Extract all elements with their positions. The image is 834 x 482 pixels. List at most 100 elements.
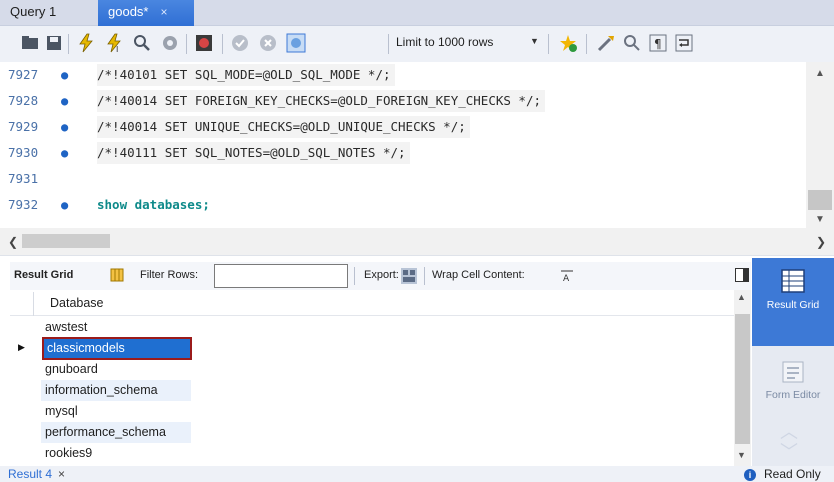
filter-rows-label: Filter Rows: [140, 269, 199, 281]
result-tabs-bar: Result 4 × i Read Only [0, 466, 834, 482]
statement-marker-icon: ● [61, 146, 69, 160]
form-editor-button[interactable]: Form Editor [752, 350, 834, 420]
table-cell[interactable]: rookies9 [41, 443, 191, 464]
table-row[interactable]: ▶ classicmodels [10, 337, 734, 360]
row-pointer-icon: ▶ [18, 342, 25, 352]
toggle-error-icon[interactable] [194, 33, 214, 53]
chevron-up-icon[interactable]: ▲ [815, 68, 825, 79]
table-cell[interactable]: information_schema [41, 380, 191, 401]
close-icon[interactable]: × [160, 5, 167, 19]
line-number: 7929 [8, 119, 39, 134]
grid-corner [10, 292, 34, 316]
chevron-down-icon[interactable]: ﹀ [780, 438, 798, 464]
chevron-down-icon[interactable]: ▼ [815, 214, 825, 225]
invisible-chars-icon[interactable]: ¶ [648, 33, 668, 53]
side-panel-toggle-icon[interactable] [735, 268, 749, 282]
table-row[interactable]: mysql [10, 401, 734, 422]
table-row[interactable]: information_schema [10, 380, 734, 401]
chevron-down-icon[interactable]: ▼ [737, 450, 746, 460]
toolbar-divider [186, 34, 187, 54]
code-line: 7927 ● /*!40101 SET SQL_MODE=@OLD_SQL_MO… [0, 62, 806, 88]
result-grid: Database awstest ▶ classicmodels gnuboard… [10, 290, 734, 466]
code-text[interactable]: show databases; [97, 194, 214, 216]
wrap-cell-label: Wrap Cell Content: [432, 269, 525, 281]
add-snippet-icon[interactable] [558, 33, 578, 53]
column-header-database[interactable]: Database [50, 296, 104, 310]
code-line: 7932 ● show databases; [0, 192, 806, 218]
tab-label: Query 1 [10, 4, 57, 19]
code-text[interactable]: /*!40111 SET SQL_NOTES=@OLD_SQL_NOTES */… [97, 142, 410, 164]
line-number: 7927 [8, 67, 39, 82]
scrollbar-thumb[interactable] [22, 234, 110, 248]
export-icon[interactable] [400, 267, 418, 285]
tab-goods[interactable]: goods* × [98, 0, 194, 26]
read-only-status: i Read Only [744, 467, 821, 481]
open-folder-icon[interactable] [20, 33, 40, 53]
info-icon: i [744, 469, 756, 481]
scrollbar-thumb[interactable] [808, 190, 832, 210]
chevron-left-icon[interactable]: ❮ [8, 235, 18, 249]
result-grid-button[interactable]: Result Grid [752, 258, 834, 346]
tab-query-1[interactable]: Query 1 [0, 0, 86, 26]
execute-icon[interactable] [76, 33, 96, 53]
export-label: Export: [364, 269, 399, 281]
execute-current-icon[interactable]: I [104, 33, 124, 53]
toolbar-divider [222, 34, 223, 54]
table-cell[interactable]: mysql [41, 401, 191, 422]
table-row[interactable]: awstest [10, 317, 734, 338]
grid-icon [781, 269, 805, 293]
statement-marker-icon: ● [61, 68, 69, 82]
toolbar-divider [548, 34, 549, 54]
result-side-panel: Result Grid Form Editor ︿ ﹀ [752, 258, 834, 482]
scrollbar-thumb[interactable] [735, 314, 750, 444]
find-icon[interactable] [622, 33, 642, 53]
toolbar-divider [354, 267, 355, 285]
code-line: 7930 ● /*!40111 SET SQL_NOTES=@OLD_SQL_N… [0, 140, 806, 166]
svg-text:I: I [116, 45, 118, 53]
table-row[interactable]: performance_schema [10, 422, 734, 443]
word-wrap-icon[interactable] [674, 33, 694, 53]
code-line: 7931 [0, 166, 806, 192]
statement-marker-icon: ● [61, 94, 69, 108]
line-number: 7928 [8, 93, 39, 108]
result-toolbar: Result Grid Filter Rows: Export: Wrap Ce… [10, 262, 751, 290]
explain-icon[interactable] [132, 33, 152, 53]
chevron-down-icon[interactable]: ▼ [530, 36, 539, 46]
limit-rows-select[interactable]: Limit to 1000 rows [396, 35, 493, 49]
chevron-right-icon[interactable]: ❯ [816, 235, 826, 249]
stop-icon[interactable] [160, 33, 180, 53]
table-row[interactable]: gnuboard [10, 359, 734, 380]
commit-icon[interactable] [230, 33, 250, 53]
result-grid-button-label: Result Grid [766, 299, 820, 311]
close-icon[interactable]: × [58, 467, 65, 481]
table-cell[interactable]: awstest [41, 317, 191, 338]
grid-columns-icon[interactable] [110, 268, 124, 282]
table-cell[interactable]: performance_schema [41, 422, 191, 443]
wrap-text-icon[interactable]: A [560, 269, 574, 283]
statement-marker-icon: ● [61, 198, 69, 212]
result-tab[interactable]: Result 4 × [8, 467, 65, 481]
rollback-icon[interactable] [258, 33, 278, 53]
table-cell[interactable]: gnuboard [41, 359, 191, 380]
filter-rows-input[interactable] [214, 264, 348, 288]
table-row[interactable]: rookies9 [10, 443, 734, 464]
code-text[interactable]: /*!40014 SET UNIQUE_CHECKS=@OLD_UNIQUE_C… [97, 116, 470, 138]
form-editor-button-label: Form Editor [765, 389, 821, 401]
editor-vertical-scrollbar[interactable]: ▲ ▼ [806, 62, 834, 228]
read-only-label: Read Only [764, 467, 821, 481]
autocommit-icon[interactable] [286, 33, 306, 53]
code-text[interactable]: /*!40014 SET FOREIGN_KEY_CHECKS=@OLD_FOR… [97, 90, 546, 112]
table-cell[interactable]: classicmodels [42, 337, 192, 360]
save-icon[interactable] [44, 33, 64, 53]
code-line: 7928 ● /*!40014 SET FOREIGN_KEY_CHECKS=@… [0, 88, 806, 114]
toolbar-divider [388, 34, 389, 54]
grid-vertical-scrollbar[interactable]: ▲ ▼ [734, 290, 751, 466]
chevron-up-icon[interactable]: ▲ [737, 292, 746, 302]
sql-editor[interactable]: 7927 ● /*!40101 SET SQL_MODE=@OLD_SQL_MO… [0, 62, 806, 228]
editor-horizontal-scrollbar[interactable]: ❮ ❯ [0, 228, 834, 256]
toolbar-divider [68, 34, 69, 54]
result-tab-label: Result 4 [8, 467, 53, 481]
code-text[interactable]: /*!40101 SET SQL_MODE=@OLD_SQL_MODE */; [97, 64, 395, 86]
beautify-icon[interactable] [596, 33, 616, 53]
result-grid-label[interactable]: Result Grid [14, 269, 73, 281]
